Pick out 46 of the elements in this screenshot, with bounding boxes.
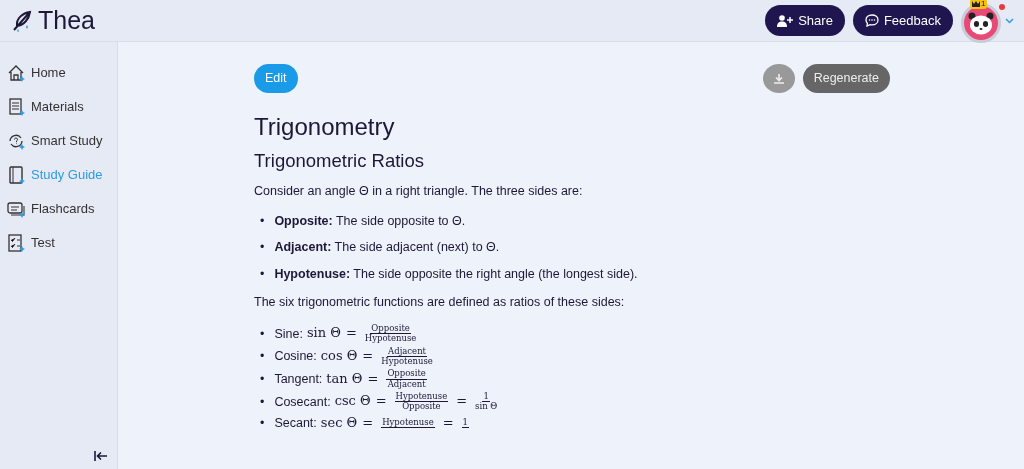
- add-person-icon: [777, 14, 794, 27]
- function-label: Secant:: [274, 415, 317, 432]
- sidebar-item[interactable]: Home: [0, 58, 117, 88]
- cards-icon: [6, 199, 26, 219]
- formula: tan Θ = Opposite Adjacent: [326, 369, 428, 390]
- sidebar-item[interactable]: Smart Study: [0, 126, 117, 156]
- document-title: Trigonometry: [254, 113, 396, 142]
- sidebar-item[interactable]: Flashcards: [0, 194, 117, 224]
- brand-name: Thea: [38, 8, 95, 33]
- feedback-button[interactable]: Feedback: [852, 5, 953, 36]
- panda-avatar-icon: [968, 10, 994, 35]
- checklist-icon: [6, 233, 26, 253]
- notebook-icon: [6, 165, 26, 185]
- list-bullet: •: [260, 348, 265, 365]
- formula: sec Θ = Hypotenuse = 1: [320, 414, 471, 432]
- list-item-text: Hypotenuse: The side opposite the right angle (the longest side).: [274, 265, 638, 283]
- paragraph: Consider an angle Θ in a right triangle. The three sides are:: [254, 183, 584, 200]
- download-icon: [772, 72, 785, 85]
- function-label: Tangent:: [274, 371, 323, 388]
- list-item-text: Opposite: The side opposite to Θ.: [274, 212, 466, 230]
- sidebar-item[interactable]: Test: [0, 228, 117, 258]
- document-icon: [6, 97, 26, 117]
- user-avatar[interactable]: [961, 2, 1001, 43]
- function-label: Cosecant:: [274, 393, 331, 410]
- section-heading: Trigonometric Ratios: [254, 149, 425, 172]
- function-label: Sine:: [274, 325, 303, 342]
- regenerate-button[interactable]: Regenerate: [802, 64, 890, 93]
- list-item-text: Adjacent: The side adjacent (next) to Θ.: [274, 239, 500, 257]
- list-bullet: •: [260, 371, 265, 388]
- function-label: Cosine:: [274, 348, 317, 365]
- chat-bubble-icon: [864, 14, 879, 27]
- crown-badge: 1: [970, 0, 988, 9]
- list-bullet: •: [260, 239, 265, 257]
- collapse-sidebar-icon[interactable]: [93, 450, 109, 463]
- download-button[interactable]: [762, 64, 795, 93]
- share-button[interactable]: Share: [765, 5, 845, 36]
- crown-icon: [972, 0, 980, 7]
- list-bullet: •: [260, 325, 265, 342]
- list-bullet: •: [260, 393, 265, 410]
- paragraph: The six trigonometric functions are defined as ratios of these sides:: [254, 294, 626, 312]
- sidebar-item[interactable]: Materials: [0, 92, 117, 122]
- list-bullet: •: [260, 265, 265, 283]
- house-icon: [6, 63, 26, 83]
- quill-logo-icon: [10, 8, 34, 33]
- list-bullet: •: [260, 212, 265, 230]
- list-bullet: •: [260, 415, 265, 432]
